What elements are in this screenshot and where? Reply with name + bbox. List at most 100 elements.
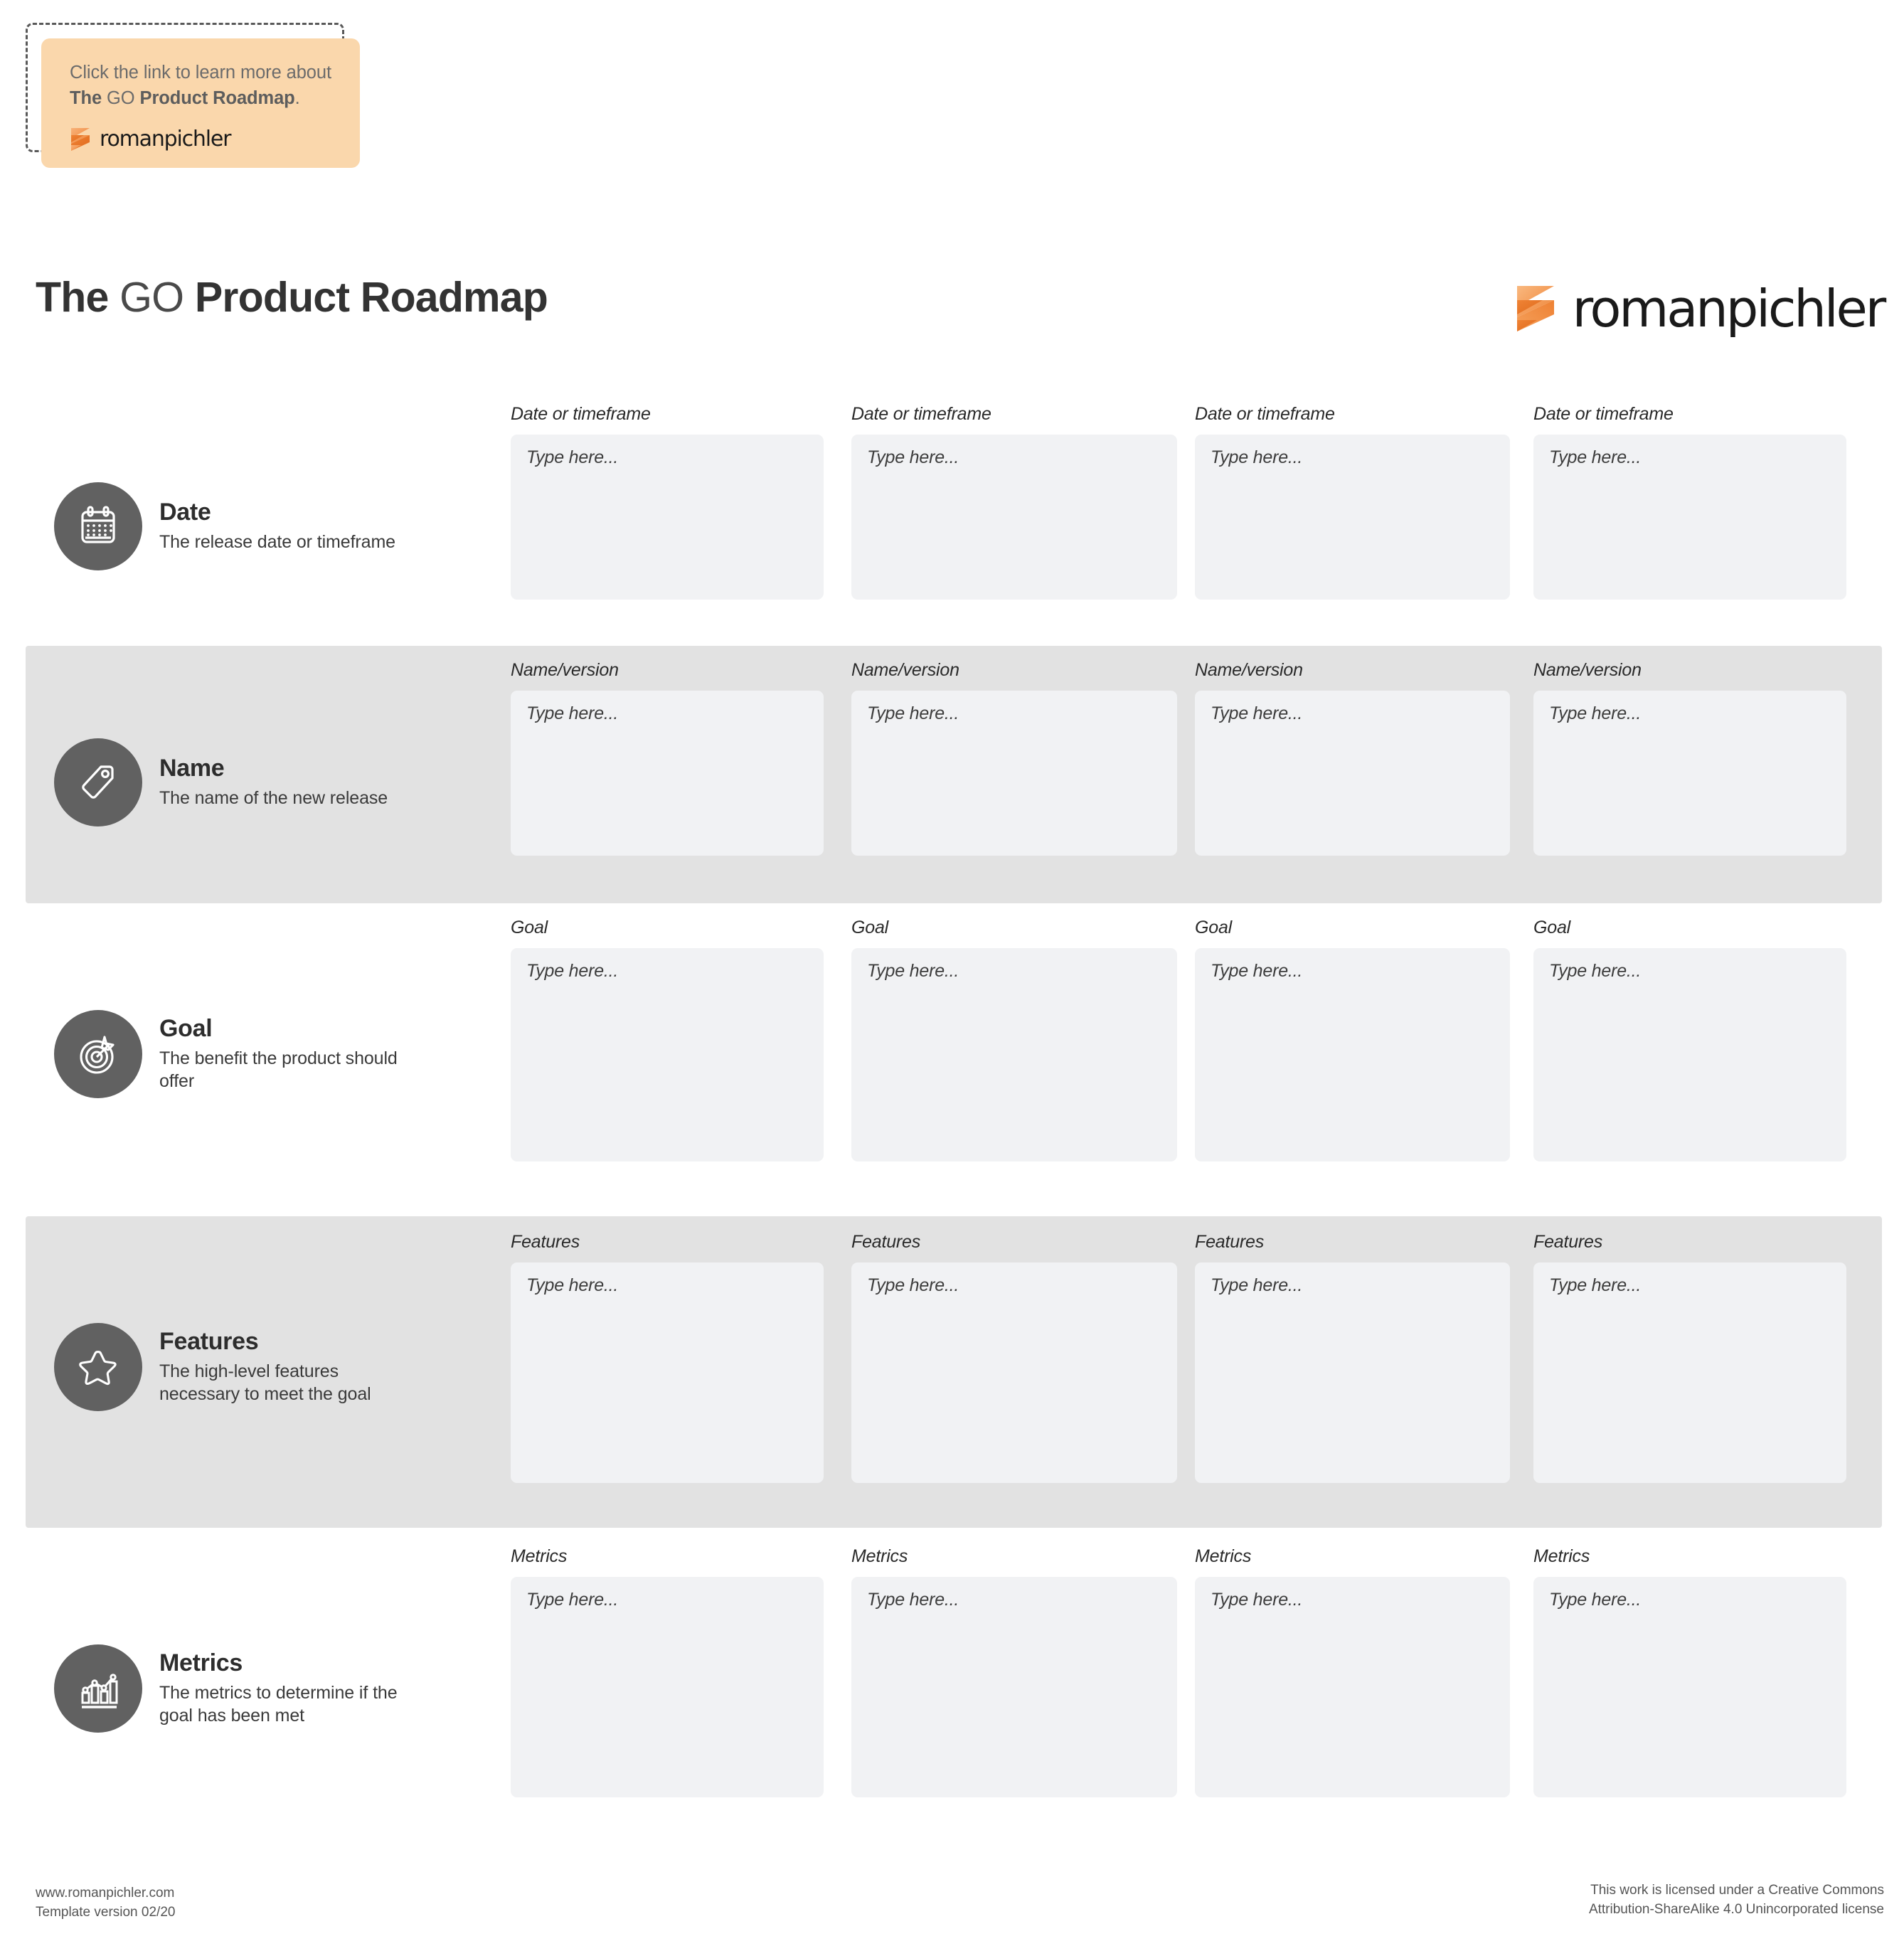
cell-input-name-4[interactable]: Type here... bbox=[1533, 691, 1846, 856]
sticky-note-go: GO bbox=[107, 88, 135, 109]
row-head-text-date: Date The release date or timeframe bbox=[159, 499, 430, 553]
sticky-note[interactable]: Click the link to learn more about The G… bbox=[26, 23, 360, 168]
cell-label-features-3: Features bbox=[1195, 1232, 1265, 1252]
cell-placeholder-features-2: Type here... bbox=[867, 1275, 959, 1295]
footer-license: This work is licensed under a Creative C… bbox=[1589, 1881, 1884, 1920]
cell-input-metrics-1[interactable]: Type here... bbox=[511, 1577, 824, 1797]
cell-label-name-3: Name/version bbox=[1195, 660, 1303, 680]
row-title-features: Features bbox=[159, 1327, 259, 1355]
cell-goal-1: Goal Type here... bbox=[511, 918, 824, 1161]
footer-license-line1: This work is licensed under a Creative C… bbox=[1590, 1883, 1884, 1898]
cell-label-date-2: Date or timeframe bbox=[851, 404, 991, 424]
cell-goal-4: Goal Type here... bbox=[1533, 918, 1846, 1161]
cell-goal-2: Goal Type here... bbox=[851, 918, 1177, 1161]
cell-date-1: Date or timeframe Type here... bbox=[511, 404, 824, 600]
cell-input-date-3[interactable]: Type here... bbox=[1195, 435, 1510, 600]
cell-placeholder-date-2: Type here... bbox=[867, 447, 959, 467]
footer-license-line2: Attribution-ShareAlike 4.0 Unincorporate… bbox=[1588, 1901, 1884, 1917]
cell-placeholder-features-1: Type here... bbox=[526, 1275, 619, 1295]
cell-metrics-2: Metrics Type here... bbox=[851, 1546, 1177, 1797]
cell-label-goal-1: Goal bbox=[511, 918, 548, 937]
cell-input-date-2[interactable]: Type here... bbox=[851, 435, 1177, 600]
cell-placeholder-metrics-2: Type here... bbox=[867, 1590, 959, 1610]
row-head-text-features: Features The high-level features necessa… bbox=[159, 1327, 430, 1405]
cell-placeholder-goal-3: Type here... bbox=[1211, 961, 1303, 981]
cell-input-goal-2[interactable]: Type here... bbox=[851, 948, 1177, 1161]
row-title-metrics: Metrics bbox=[159, 1649, 243, 1676]
sticky-note-logo[interactable]: romanpichler bbox=[70, 127, 339, 152]
romanpichler-ribbon-logo-icon bbox=[71, 128, 90, 151]
sticky-note-the: The bbox=[70, 88, 102, 109]
cell-features-4: Features Type here... bbox=[1533, 1232, 1846, 1483]
cell-input-features-2[interactable]: Type here... bbox=[851, 1262, 1177, 1483]
cell-input-name-1[interactable]: Type here... bbox=[511, 691, 824, 856]
star-icon bbox=[54, 1323, 142, 1411]
cell-input-name-3[interactable]: Type here... bbox=[1195, 691, 1510, 856]
cell-label-goal-4: Goal bbox=[1533, 918, 1571, 937]
cell-placeholder-name-3: Type here... bbox=[1211, 703, 1303, 723]
page-title: The GO Product Roadmap bbox=[36, 273, 548, 321]
cell-placeholder-metrics-3: Type here... bbox=[1211, 1590, 1303, 1610]
cell-input-name-2[interactable]: Type here... bbox=[851, 691, 1177, 856]
cell-label-goal-2: Goal bbox=[851, 918, 889, 937]
cell-metrics-1: Metrics Type here... bbox=[511, 1546, 824, 1797]
row-head-text-metrics: Metrics The metrics to determine if the … bbox=[159, 1649, 430, 1727]
cell-date-2: Date or timeframe Type here... bbox=[851, 404, 1177, 600]
footer-website[interactable]: www.romanpichler.com bbox=[36, 1884, 175, 1903]
cell-features-1: Features Type here... bbox=[511, 1232, 824, 1483]
row-head-features: Features The high-level features necessa… bbox=[54, 1323, 430, 1411]
cell-input-features-1[interactable]: Type here... bbox=[511, 1262, 824, 1483]
cell-placeholder-name-4: Type here... bbox=[1549, 703, 1642, 723]
cell-placeholder-date-3: Type here... bbox=[1211, 447, 1303, 467]
cell-placeholder-metrics-1: Type here... bbox=[526, 1590, 619, 1610]
cell-placeholder-features-3: Type here... bbox=[1211, 1275, 1303, 1295]
cell-features-2: Features Type here... bbox=[851, 1232, 1177, 1483]
cell-placeholder-goal-1: Type here... bbox=[526, 961, 619, 981]
brand-logo: romanpichler bbox=[1514, 279, 1887, 339]
row-desc-goal: The benefit the product should offer bbox=[159, 1048, 398, 1092]
sticky-note-text: Click the link to learn more about The G… bbox=[70, 60, 339, 111]
target-icon bbox=[54, 1010, 142, 1098]
bar-chart-trend-icon bbox=[54, 1644, 142, 1733]
sticky-note-card[interactable]: Click the link to learn more about The G… bbox=[41, 38, 360, 168]
cell-placeholder-goal-4: Type here... bbox=[1549, 961, 1642, 981]
cell-label-metrics-1: Metrics bbox=[511, 1546, 568, 1566]
brand-logo-wordmark: romanpichler bbox=[1572, 279, 1887, 339]
cell-label-metrics-4: Metrics bbox=[1533, 1546, 1590, 1566]
cell-input-goal-1[interactable]: Type here... bbox=[511, 948, 824, 1161]
cell-input-metrics-4[interactable]: Type here... bbox=[1533, 1577, 1846, 1797]
cell-input-date-4[interactable]: Type here... bbox=[1533, 435, 1846, 600]
row-desc-date: The release date or timeframe bbox=[159, 532, 395, 553]
page-title-the: The bbox=[36, 274, 109, 321]
cell-input-goal-3[interactable]: Type here... bbox=[1195, 948, 1510, 1161]
row-desc-features: The high-level features necessary to mee… bbox=[159, 1361, 371, 1405]
cell-metrics-4: Metrics Type here... bbox=[1533, 1546, 1846, 1797]
sticky-note-logo-wordmark: romanpichler bbox=[100, 127, 231, 152]
footer-left: www.romanpichler.com Template version 02… bbox=[36, 1884, 175, 1923]
cell-label-date-3: Date or timeframe bbox=[1195, 404, 1335, 424]
cell-placeholder-date-4: Type here... bbox=[1549, 447, 1642, 467]
cell-input-goal-4[interactable]: Type here... bbox=[1533, 948, 1846, 1161]
cell-label-metrics-3: Metrics bbox=[1195, 1546, 1252, 1566]
cell-label-goal-3: Goal bbox=[1195, 918, 1233, 937]
cell-label-features-1: Features bbox=[511, 1232, 580, 1252]
row-desc-name: The name of the new release bbox=[159, 788, 388, 809]
cell-input-features-4[interactable]: Type here... bbox=[1533, 1262, 1846, 1483]
cell-placeholder-date-1: Type here... bbox=[526, 447, 619, 467]
cell-label-features-4: Features bbox=[1533, 1232, 1603, 1252]
cell-date-4: Date or timeframe Type here... bbox=[1533, 404, 1846, 600]
row-head-goal: Goal The benefit the product should offe… bbox=[54, 1010, 430, 1098]
cell-label-date-4: Date or timeframe bbox=[1533, 404, 1674, 424]
cell-date-3: Date or timeframe Type here... bbox=[1195, 404, 1510, 600]
cell-input-metrics-3[interactable]: Type here... bbox=[1195, 1577, 1510, 1797]
cell-name-2: Name/version Type here... bbox=[851, 660, 1177, 856]
cell-input-date-1[interactable]: Type here... bbox=[511, 435, 824, 600]
page-title-go: GO bbox=[119, 274, 184, 321]
cell-input-features-3[interactable]: Type here... bbox=[1195, 1262, 1510, 1483]
cell-placeholder-name-2: Type here... bbox=[867, 703, 959, 723]
cell-input-metrics-2[interactable]: Type here... bbox=[851, 1577, 1177, 1797]
row-desc-metrics: The metrics to determine if the goal has… bbox=[159, 1683, 398, 1726]
row-title-goal: Goal bbox=[159, 1014, 213, 1042]
row-head-name: Name The name of the new release bbox=[54, 738, 430, 826]
cell-features-3: Features Type here... bbox=[1195, 1232, 1510, 1483]
